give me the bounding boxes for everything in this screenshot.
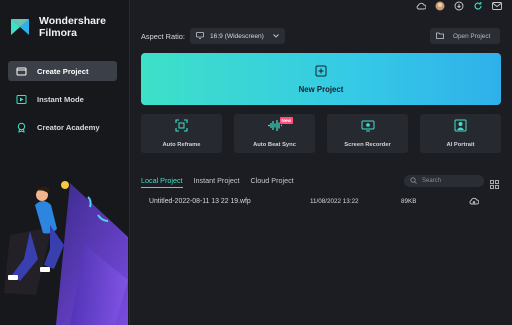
project-name: Untitled-2022-08-11 13 22 19.wfp [149, 198, 251, 205]
sidebar-item-label: Instant Mode [37, 94, 84, 104]
tab-instant-project[interactable]: Instant Project [194, 176, 240, 188]
project-size: 89KB [401, 198, 417, 205]
ai-portrait-icon [454, 119, 467, 137]
sidebar-item-create-project[interactable]: Create Project [8, 61, 117, 81]
sidebar-nav: Create Project Instant Mode Creator Acad… [8, 61, 117, 145]
sidebar-item-instant-mode[interactable]: Instant Mode [8, 89, 117, 109]
grid-view-icon[interactable] [490, 176, 499, 189]
filmora-logo-icon [9, 16, 31, 38]
new-project-button[interactable]: New Project [141, 53, 501, 105]
tab-cloud-project[interactable]: Cloud Project [251, 176, 294, 188]
sidebar-illustration [0, 175, 129, 325]
top-toolbar [416, 0, 502, 12]
cloud-upload-icon[interactable] [469, 197, 480, 207]
auto-reframe-icon [175, 119, 188, 137]
tool-ai-portrait[interactable]: AI Portrait [420, 114, 501, 153]
download-icon[interactable] [454, 1, 464, 11]
add-project-icon [315, 64, 327, 82]
tab-local-project[interactable]: Local Project [141, 176, 183, 188]
sidebar: Wondershare Filmora Create Project Insta… [0, 0, 130, 325]
aspect-ratio-select[interactable]: 16:9 (Widescreen) [190, 28, 285, 44]
brand-name: Wondershare [39, 15, 106, 27]
project-date: 11/08/2022 13:22 [310, 198, 359, 205]
aspect-ratio-label: Aspect Ratio: [141, 32, 185, 41]
tool-label: Auto Beat Sync [253, 142, 296, 148]
user-avatar-icon[interactable] [435, 1, 445, 11]
search-icon [410, 176, 417, 186]
table-row[interactable]: Untitled-2022-08-11 13 22 19.wfp 11/08/2… [141, 196, 501, 210]
sidebar-item-label: Create Project [37, 66, 89, 76]
folder-open-icon [436, 32, 444, 41]
academy-icon [16, 122, 27, 133]
sync-icon[interactable] [473, 1, 483, 11]
project-tabs: Local Project Instant Project Cloud Proj… [141, 176, 294, 188]
tool-screen-recorder[interactable]: Screen Recorder [327, 114, 408, 153]
search-input[interactable]: Search [404, 175, 484, 187]
new-project-label: New Project [298, 85, 344, 94]
open-project-label: Open Project [453, 32, 491, 40]
search-placeholder: Search [422, 178, 442, 184]
brand-product: Filmora [39, 27, 77, 39]
tool-auto-beat-sync[interactable]: New Auto Beat Sync [234, 114, 315, 153]
folder-icon [16, 66, 27, 77]
tool-auto-reframe[interactable]: Auto Reframe [141, 114, 222, 153]
chevron-down-icon [273, 33, 279, 40]
tool-label: Auto Reframe [162, 142, 201, 148]
monitor-icon [196, 31, 204, 41]
brand: Wondershare Filmora [9, 15, 106, 39]
cloud-icon[interactable] [416, 1, 426, 11]
mail-icon[interactable] [492, 1, 502, 11]
new-badge: New [279, 117, 293, 124]
screen-recorder-icon [361, 119, 375, 137]
instant-mode-icon [16, 94, 27, 105]
sidebar-item-label: Creator Academy [37, 122, 100, 132]
aspect-ratio-value: 16:9 (Widescreen) [210, 32, 264, 40]
tool-label: AI Portrait [446, 142, 475, 148]
tool-label: Screen Recorder [344, 142, 391, 148]
open-project-button[interactable]: Open Project [430, 28, 500, 44]
sidebar-item-creator-academy[interactable]: Creator Academy [8, 117, 117, 137]
